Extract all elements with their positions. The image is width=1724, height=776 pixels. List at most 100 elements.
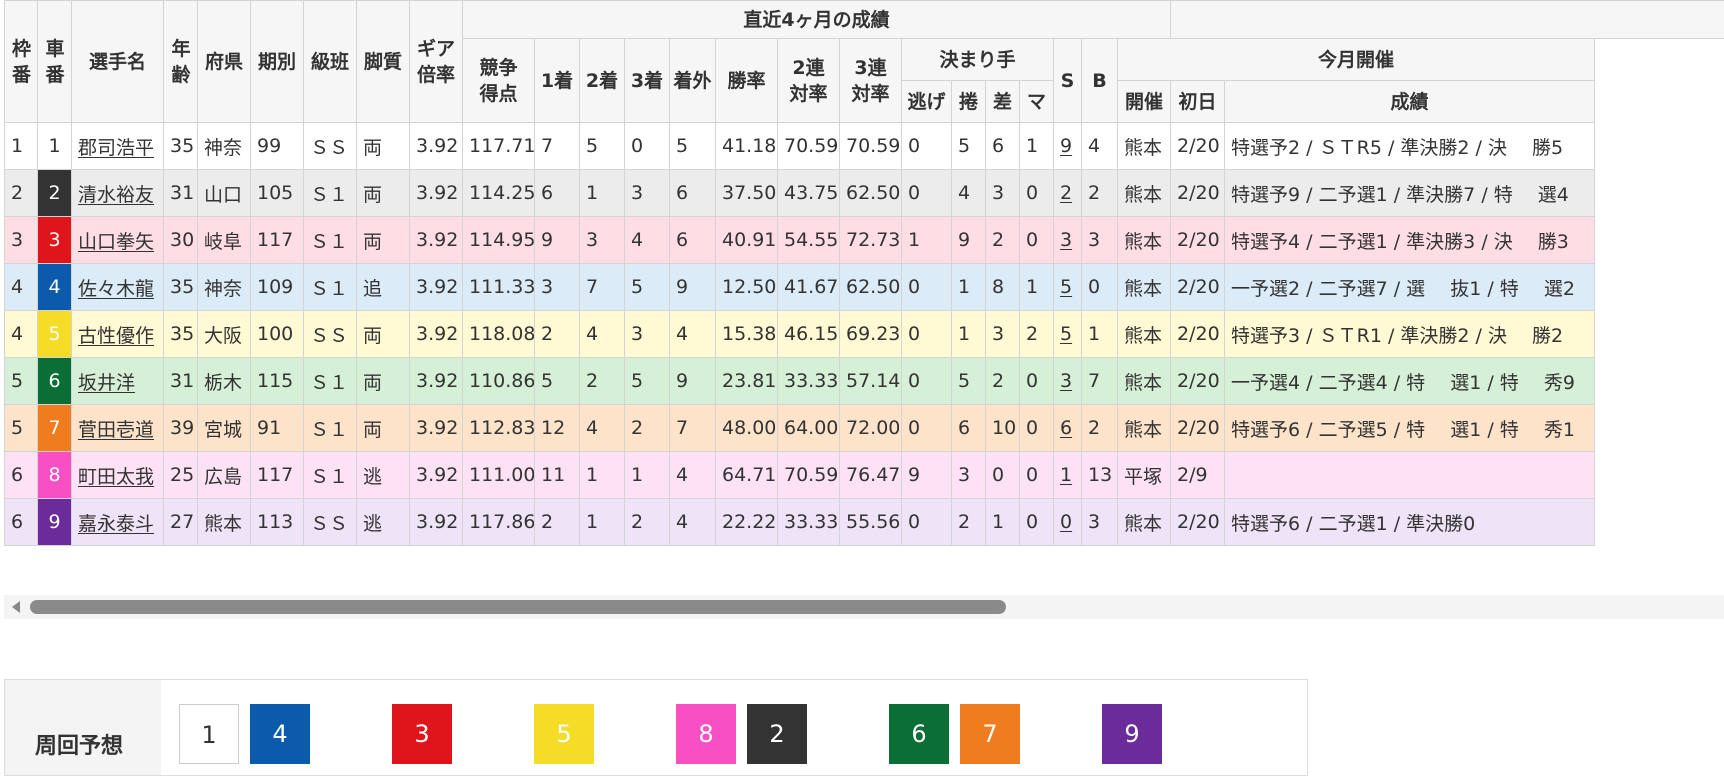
lap-car-box: 3 [392, 704, 452, 764]
rider-name-link[interactable]: 山口拳矢 [78, 231, 154, 253]
rider-s-link[interactable]: 1 [1060, 464, 1072, 486]
rider-s[interactable]: 2 [1054, 170, 1082, 217]
rider-s[interactable]: 0 [1054, 499, 1082, 546]
rider-name-link[interactable]: 菅田壱道 [78, 419, 154, 441]
rider-s[interactable]: 6 [1054, 405, 1082, 452]
rider-ren2: 33.33 [778, 499, 840, 546]
rider-second: 7 [580, 264, 625, 311]
rider-score: 111.33 [463, 264, 535, 311]
rider-b: 4 [1082, 123, 1118, 170]
rider-name[interactable]: 佐々木龍 [72, 264, 164, 311]
rider-car: 9 [38, 499, 72, 546]
rider-name-link[interactable]: 坂井洋 [78, 372, 135, 394]
rider-name-link[interactable]: 町田太我 [78, 466, 154, 488]
lap-prediction: 周回予想 143582679 [4, 679, 1308, 776]
rider-pref: 熊本 [198, 499, 251, 546]
rider-age: 35 [164, 264, 198, 311]
col-nige: 逃げ [902, 81, 952, 123]
rider-s-link[interactable]: 2 [1060, 182, 1072, 204]
rider-name-link[interactable]: 郡司浩平 [78, 137, 154, 159]
rider-name[interactable]: 菅田壱道 [72, 405, 164, 452]
col-out: 着外 [670, 39, 716, 123]
rider-car: 6 [38, 358, 72, 405]
rider-results: 一予選4 / 二予選4 / 特 選1 / 特 秀9 [1225, 358, 1595, 405]
rider-b: 3 [1082, 217, 1118, 264]
rider-results [1225, 452, 1595, 499]
rider-pref: 大阪 [198, 311, 251, 358]
rider-ren3: 62.50 [840, 170, 902, 217]
rider-ren2: 70.59 [778, 452, 840, 499]
rider-s[interactable]: 3 [1054, 217, 1082, 264]
rider-ren3: 72.00 [840, 405, 902, 452]
rider-s[interactable]: 5 [1054, 264, 1082, 311]
rider-out: 6 [670, 170, 716, 217]
rider-s-link[interactable]: 5 [1060, 323, 1072, 345]
col-s: S [1054, 39, 1082, 123]
rider-style: 両 [357, 170, 410, 217]
entry-table-container[interactable]: 枠番 車番 選手名 年齢 府県 期別 級班 脚質 ギア倍率 直近4ヶ月の成績 競… [4, 0, 1724, 546]
rider-makuri: 3 [952, 452, 986, 499]
rider-venue: 熊本 [1118, 264, 1171, 311]
rider-s-link[interactable]: 9 [1060, 135, 1072, 157]
rider-style: 両 [357, 311, 410, 358]
horizontal-scrollbar[interactable] [4, 595, 1724, 619]
rider-makuri: 2 [952, 499, 986, 546]
rider-term: 117 [251, 452, 304, 499]
rider-venue: 熊本 [1118, 311, 1171, 358]
rider-name[interactable]: 古性優作 [72, 311, 164, 358]
table-row: 57菅田壱道39宮城91Ｓ１両3.92112.831242748.0064.00… [5, 405, 1724, 452]
rider-s-link[interactable]: 3 [1060, 370, 1072, 392]
rider-results: 特選予4 / 二予選1 / 準決勝3 / 決 勝3 [1225, 217, 1595, 264]
rider-name-link[interactable]: 佐々木龍 [78, 278, 154, 300]
rider-s[interactable]: 3 [1054, 358, 1082, 405]
rider-s-link[interactable]: 3 [1060, 229, 1072, 251]
rider-ren3: 69.23 [840, 311, 902, 358]
rider-car: 2 [38, 170, 72, 217]
rider-name[interactable]: 山口拳矢 [72, 217, 164, 264]
rider-name-link[interactable]: 古性優作 [78, 325, 154, 347]
rider-waku: 6 [5, 452, 38, 499]
rider-first: 2 [535, 499, 580, 546]
rider-class: ＳＳ [304, 123, 357, 170]
rider-name[interactable]: 町田太我 [72, 452, 164, 499]
rider-out: 4 [670, 452, 716, 499]
rider-s[interactable]: 9 [1054, 123, 1082, 170]
rider-third: 4 [625, 217, 670, 264]
rider-third: 5 [625, 358, 670, 405]
rider-score: 111.00 [463, 452, 535, 499]
rider-ren2: 54.55 [778, 217, 840, 264]
rider-style: 逃 [357, 499, 410, 546]
rider-venue: 熊本 [1118, 217, 1171, 264]
rider-mark: 0 [1020, 499, 1054, 546]
rider-waku: 5 [5, 358, 38, 405]
col-win-rate: 勝率 [716, 39, 778, 123]
rider-venue: 熊本 [1118, 499, 1171, 546]
rider-car: 3 [38, 217, 72, 264]
rider-third: 2 [625, 405, 670, 452]
rider-s[interactable]: 1 [1054, 452, 1082, 499]
lap-car-box: 7 [960, 704, 1020, 764]
rider-name[interactable]: 郡司浩平 [72, 123, 164, 170]
rider-ren2: 33.33 [778, 358, 840, 405]
rider-first-day: 2/9 [1171, 452, 1225, 499]
rider-name[interactable]: 清水裕友 [72, 170, 164, 217]
rider-style: 逃 [357, 452, 410, 499]
rider-pref: 神奈 [198, 123, 251, 170]
rider-name[interactable]: 嘉永泰斗 [72, 499, 164, 546]
rider-name-link[interactable]: 清水裕友 [78, 184, 154, 206]
rider-s-link[interactable]: 0 [1060, 511, 1072, 533]
rider-term: 100 [251, 311, 304, 358]
rider-waku: 6 [5, 499, 38, 546]
rider-name-link[interactable]: 嘉永泰斗 [78, 513, 154, 535]
scroll-thumb[interactable] [30, 600, 1006, 614]
rider-s-link[interactable]: 6 [1060, 417, 1072, 439]
rider-s[interactable]: 5 [1054, 311, 1082, 358]
rider-score: 112.83 [463, 405, 535, 452]
col-term: 期別 [251, 1, 304, 123]
rider-gear: 3.92 [410, 311, 463, 358]
scroll-left-arrow-icon[interactable] [12, 601, 20, 613]
rider-name[interactable]: 坂井洋 [72, 358, 164, 405]
rider-class: Ｓ１ [304, 217, 357, 264]
rider-ren2: 41.67 [778, 264, 840, 311]
rider-s-link[interactable]: 5 [1060, 276, 1072, 298]
